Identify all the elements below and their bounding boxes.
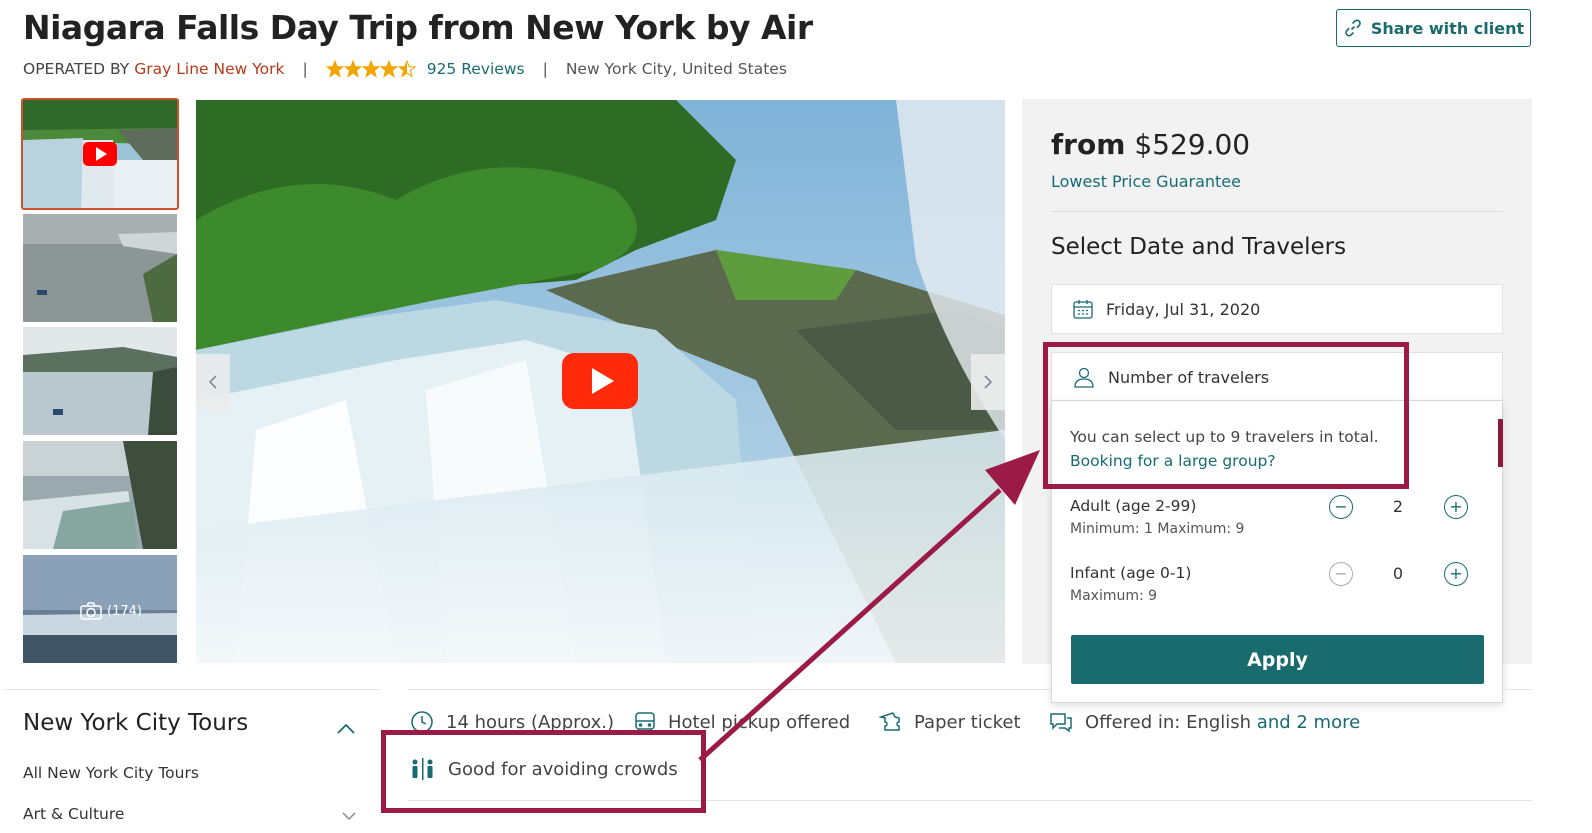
date-value: Friday, Jul 31, 2020	[1106, 299, 1261, 319]
ticket-icon	[878, 712, 900, 731]
chat-icon	[1050, 713, 1072, 733]
divider	[1503, 689, 1532, 690]
more-languages-link[interactable]: and 2 more	[1257, 712, 1360, 733]
gallery-thumb-video[interactable]	[21, 98, 179, 210]
lowest-price-guarantee-link[interactable]: Lowest Price Guarantee	[1051, 172, 1241, 191]
rating-stars	[325, 60, 418, 78]
feature-languages: Offered in: English and 2 more	[1049, 710, 1360, 734]
main-video-player[interactable]	[196, 100, 1005, 663]
infant-increment-button[interactable]: +	[1444, 562, 1468, 586]
page-title: Niagara Falls Day Trip from New York by …	[23, 8, 813, 47]
chevron-right-icon	[984, 375, 993, 389]
feature-ticket: Paper ticket	[878, 710, 1021, 734]
select-date-heading: Select Date and Travelers	[1051, 234, 1347, 260]
chevron-up-icon[interactable]	[336, 722, 356, 736]
share-label: Share with client	[1370, 18, 1525, 38]
calendar-icon	[1073, 300, 1093, 319]
chevron-left-icon	[208, 375, 217, 389]
gallery-prev-button[interactable]	[196, 354, 230, 410]
link-icon	[1345, 19, 1361, 37]
adult-limits: Minimum: 1 Maximum: 9	[1070, 521, 1245, 537]
gallery-next-button[interactable]	[971, 354, 1005, 410]
operated-by-label: OPERATED BY	[23, 60, 130, 78]
divider: |	[542, 60, 548, 78]
divider	[408, 689, 1051, 690]
sidebar-item-art-culture[interactable]: Art & Culture	[23, 805, 124, 823]
divider: |	[302, 60, 308, 78]
highlight-box-travelers	[1043, 342, 1409, 489]
photo-count-text: (174)	[107, 603, 142, 619]
operator-link[interactable]: Gray Line New York	[134, 60, 284, 78]
star-icon	[325, 60, 417, 78]
reviews-link[interactable]: 925 Reviews	[427, 60, 525, 78]
gallery-thumb-more[interactable]: (174)	[23, 555, 177, 663]
adult-increment-button[interactable]: +	[1444, 495, 1468, 519]
infant-label: Infant (age 0-1)	[1070, 564, 1192, 582]
price-from: from $529.00	[1051, 128, 1250, 161]
infant-count: 0	[1392, 564, 1404, 583]
price-value: $529.00	[1134, 128, 1251, 161]
location-text: New York City, United States	[565, 60, 787, 78]
from-label: from	[1051, 128, 1126, 161]
apply-button[interactable]: Apply	[1071, 635, 1484, 684]
divider	[5, 689, 380, 690]
sidebar-title[interactable]: New York City Tours	[23, 710, 248, 736]
adult-label: Adult (age 2-99)	[1070, 497, 1197, 515]
chevron-down-icon[interactable]	[341, 811, 357, 821]
languages-text: Offered in: English	[1085, 711, 1252, 733]
gallery-thumb[interactable]	[23, 327, 177, 435]
sidebar-item-all-tours[interactable]: All New York City Tours	[23, 764, 199, 782]
camera-icon	[80, 602, 102, 620]
infant-limits: Maximum: 9	[1070, 588, 1158, 604]
adult-count: 2	[1392, 497, 1404, 516]
gallery-thumb[interactable]	[23, 214, 177, 322]
gallery-thumb[interactable]	[23, 441, 177, 549]
tour-meta: OPERATED BY Gray Line New York | 925 Rev…	[23, 60, 787, 78]
highlight-box-crowds	[381, 730, 706, 813]
infant-decrement-button[interactable]: −	[1329, 562, 1353, 586]
divider	[1051, 211, 1503, 212]
share-with-client-button[interactable]: Share with client	[1336, 9, 1531, 47]
date-picker-field[interactable]: Friday, Jul 31, 2020	[1051, 284, 1503, 334]
popup-edge	[1498, 419, 1503, 467]
ticket-text: Paper ticket	[914, 711, 1021, 733]
photo-count: (174)	[79, 601, 142, 621]
adult-decrement-button[interactable]: −	[1329, 495, 1353, 519]
